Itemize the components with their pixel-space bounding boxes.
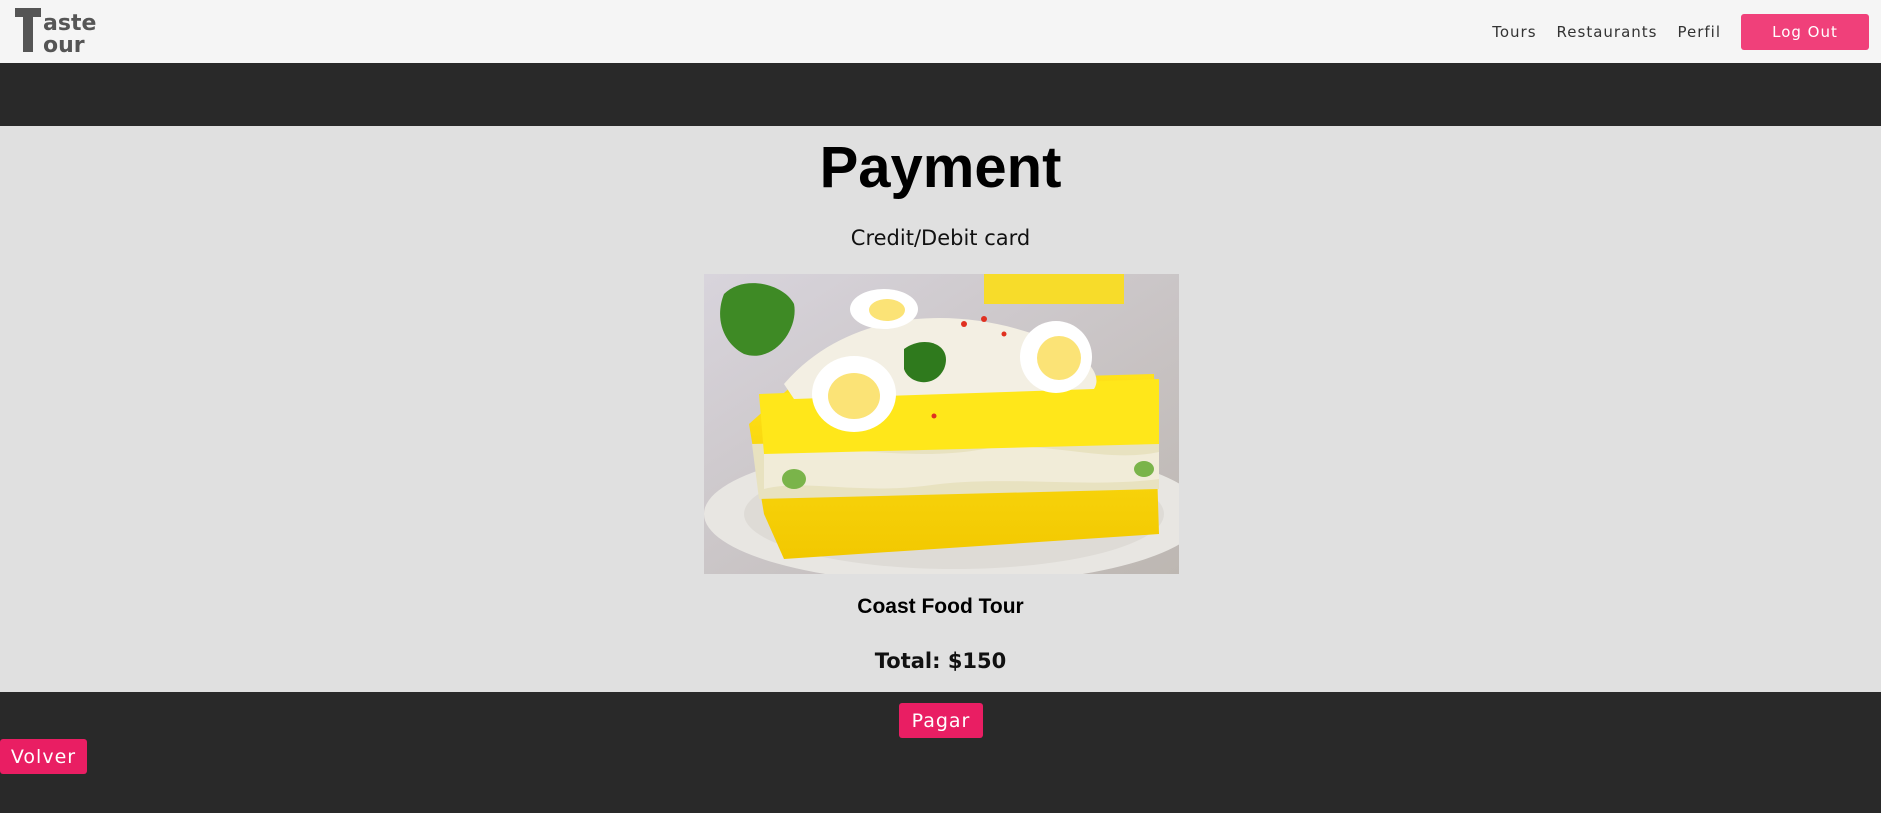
- nav-links: Tours Restaurants Perfil Log Out: [1492, 14, 1881, 50]
- tour-image: [704, 274, 1179, 574]
- tour-name: Coast Food Tour: [857, 595, 1024, 618]
- navbar: aste our Tours Restaurants Perfil Log Ou…: [0, 0, 1881, 63]
- header-band: [0, 63, 1881, 126]
- page-title: Payment: [819, 135, 1062, 200]
- taste-tour-logo[interactable]: aste our: [15, 6, 105, 58]
- pay-button[interactable]: Pagar: [899, 703, 983, 738]
- back-button[interactable]: Volver: [0, 739, 87, 774]
- logo-graphic: aste our: [15, 8, 96, 58]
- nav-link-perfil[interactable]: Perfil: [1677, 23, 1721, 41]
- logout-button[interactable]: Log Out: [1741, 14, 1869, 50]
- nav-link-tours[interactable]: Tours: [1492, 23, 1536, 41]
- payment-panel: Payment Credit/Debit card Coast Food Tou…: [0, 126, 1881, 692]
- nav-link-restaurants[interactable]: Restaurants: [1557, 23, 1658, 41]
- footer: Pagar Volver: [0, 692, 1881, 813]
- total-price: Total: $150: [874, 649, 1007, 673]
- payment-method-label: Credit/Debit card: [850, 226, 1031, 250]
- logo-text-bottom: our: [43, 33, 85, 56]
